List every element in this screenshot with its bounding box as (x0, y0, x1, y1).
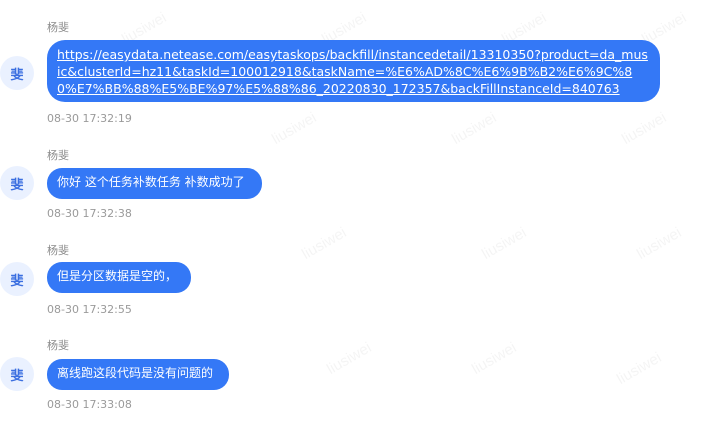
message-bubble: 离线跑这段代码是没有问题的 (47, 359, 229, 390)
sender-name: 杨斐 (47, 339, 69, 352)
chat-window: liusiwei liusiwei liusiwei liusiwei lius… (0, 0, 712, 426)
message-timestamp: 08-30 17:33:08 (47, 398, 132, 411)
avatar[interactable]: 斐 (0, 357, 34, 391)
message-item: 杨斐 斐 离线跑这段代码是没有问题的 08-30 17:33:08 (0, 0, 712, 420)
